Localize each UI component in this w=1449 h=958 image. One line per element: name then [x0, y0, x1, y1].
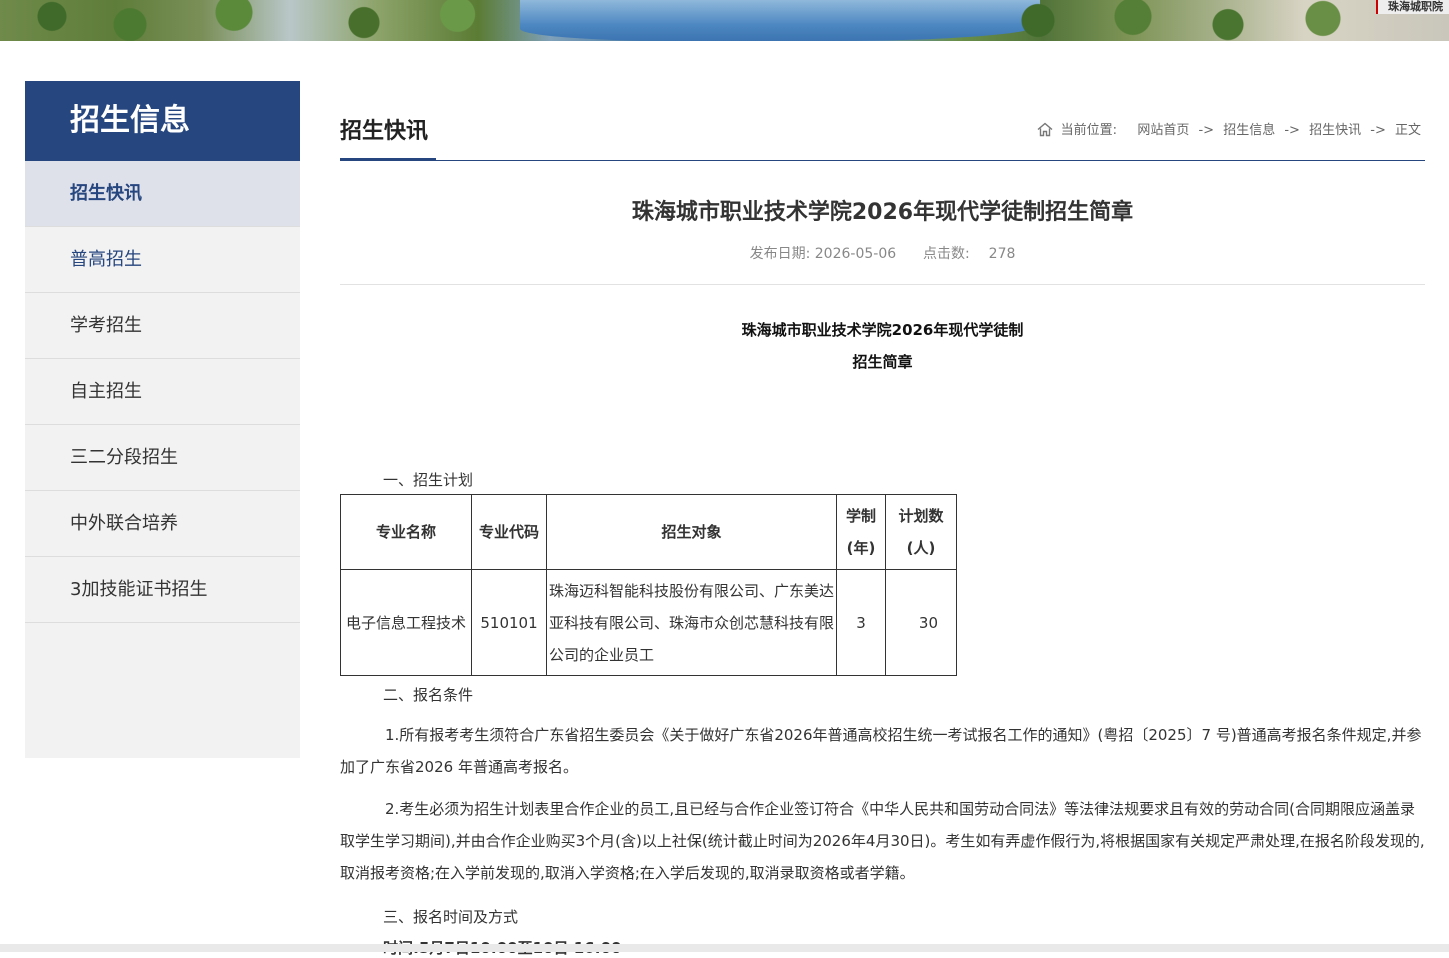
- publish-date-label: 发布日期:: [749, 246, 811, 262]
- breadcrumb-separator: ->: [1370, 123, 1386, 138]
- breadcrumb-home[interactable]: 网站首页: [1137, 123, 1189, 138]
- table-row: 电子信息工程技术 510101 珠海迈科智能科技股份有限公司、广东美达亚科技有限…: [340, 569, 957, 676]
- breadcrumb-separator: ->: [1284, 123, 1300, 138]
- sidebar-title: 招生信息: [25, 81, 300, 161]
- publish-date: 2026-05-06: [814, 246, 897, 262]
- click-count: 278: [988, 246, 1016, 262]
- banner-sign: 珠海城职院: [1376, 0, 1449, 14]
- header-plan-line1: 计划数: [898, 507, 944, 525]
- header-plan: 计划数 (人): [885, 494, 957, 570]
- breadcrumb-separator: ->: [1198, 123, 1215, 138]
- header-plan-line2: (人): [906, 539, 936, 557]
- document-heading-line1: 珠海城市职业技术学院2026年现代学徒制: [741, 321, 1024, 339]
- header-major-name: 专业名称: [340, 494, 472, 570]
- banner-trees-left: [0, 0, 520, 41]
- sidebar-item-three-two-admission[interactable]: 三二分段招生: [25, 425, 300, 491]
- cell-plan: 30: [885, 569, 957, 676]
- paragraph-eligibility-2: 2.考生必须为招生计划表里合作企业的员工,且已经与合作企业签订符合《中华人民共和…: [340, 800, 1425, 882]
- section-header: 招生快讯 当前位置: 网站首页 -> 招生信息 -> 招生快讯 -> 正文: [340, 81, 1425, 161]
- cell-major-name: 电子信息工程技术: [340, 569, 472, 676]
- header-years-line2: (年): [846, 539, 876, 557]
- banner-trees-right: [1000, 0, 1380, 41]
- page-title-underline: [340, 158, 436, 161]
- table-header-row: 专业名称 专业代码 招生对象 学制 (年) 计划数 (人): [340, 494, 957, 570]
- header-years-line1: 学制: [845, 507, 876, 525]
- header-years: 学制 (年): [836, 494, 886, 570]
- sidebar-item-international-program[interactable]: 中外联合培养: [25, 491, 300, 557]
- sidebar-item-admission-news[interactable]: 招生快讯: [25, 161, 300, 227]
- home-icon: [1037, 122, 1053, 141]
- article-title: 珠海城市职业技术学院2026年现代学徒制招生简章: [631, 200, 1134, 225]
- sidebar-item-general-admission[interactable]: 普高招生: [25, 227, 300, 293]
- header-target: 招生对象: [546, 494, 837, 570]
- cell-target: 珠海迈科智能科技股份有限公司、广东美达亚科技有限公司、珠海市众创芯慧科技有限公司…: [546, 569, 837, 676]
- breadcrumb-prefix: 当前位置:: [1060, 123, 1118, 138]
- main-content: 招生快讯 当前位置: 网站首页 -> 招生信息 -> 招生快讯 -> 正文 珠海…: [340, 81, 1425, 957]
- article-meta: 发布日期: 2026-05-06 点击数: 278: [340, 243, 1425, 263]
- section-eligibility: 二、报名条件: [383, 686, 474, 704]
- banner-water: [520, 0, 1040, 41]
- article-divider: [340, 284, 1425, 285]
- breadcrumb: 当前位置: 网站首页 -> 招生信息 -> 招生快讯 -> 正文: [1037, 119, 1421, 141]
- sidebar: 招生信息 招生快讯 普高招生 学考招生 自主招生 三二分段招生 中外联合培养 3…: [25, 81, 300, 758]
- click-count-label: 点击数:: [923, 246, 970, 262]
- sidebar-item-independent-admission[interactable]: 自主招生: [25, 359, 300, 425]
- section-registration-time: 三、报名时间及方式: [383, 908, 519, 926]
- breadcrumb-current: 正文: [1394, 123, 1421, 138]
- header-major-code: 专业代码: [471, 494, 547, 570]
- paragraph-eligibility-1: 1.所有报考考生须符合广东省招生委员会《关于做好广东省2026年普通高校招生统一…: [340, 726, 1422, 776]
- horizontal-scrollbar[interactable]: [0, 944, 1449, 952]
- sidebar-item-skill-certificate-admission[interactable]: 3加技能证书招生: [25, 557, 300, 623]
- page-title: 招生快讯: [340, 119, 429, 144]
- cell-major-code: 510101: [471, 569, 547, 676]
- enrollment-plan-table: 专业名称 专业代码 招生对象 学制 (年) 计划数 (人) 电子信息工程技术 5…: [340, 494, 957, 676]
- section-enrollment-plan: 一、招生计划: [383, 471, 474, 489]
- top-banner: 珠海城职院: [0, 0, 1449, 41]
- cell-years: 3: [836, 569, 886, 676]
- sidebar-item-academic-exam-admission[interactable]: 学考招生: [25, 293, 300, 359]
- document-heading-line2: 招生简章: [852, 353, 913, 371]
- breadcrumb-admission-news[interactable]: 招生快讯: [1309, 123, 1361, 138]
- breadcrumb-admission-info[interactable]: 招生信息: [1223, 123, 1275, 138]
